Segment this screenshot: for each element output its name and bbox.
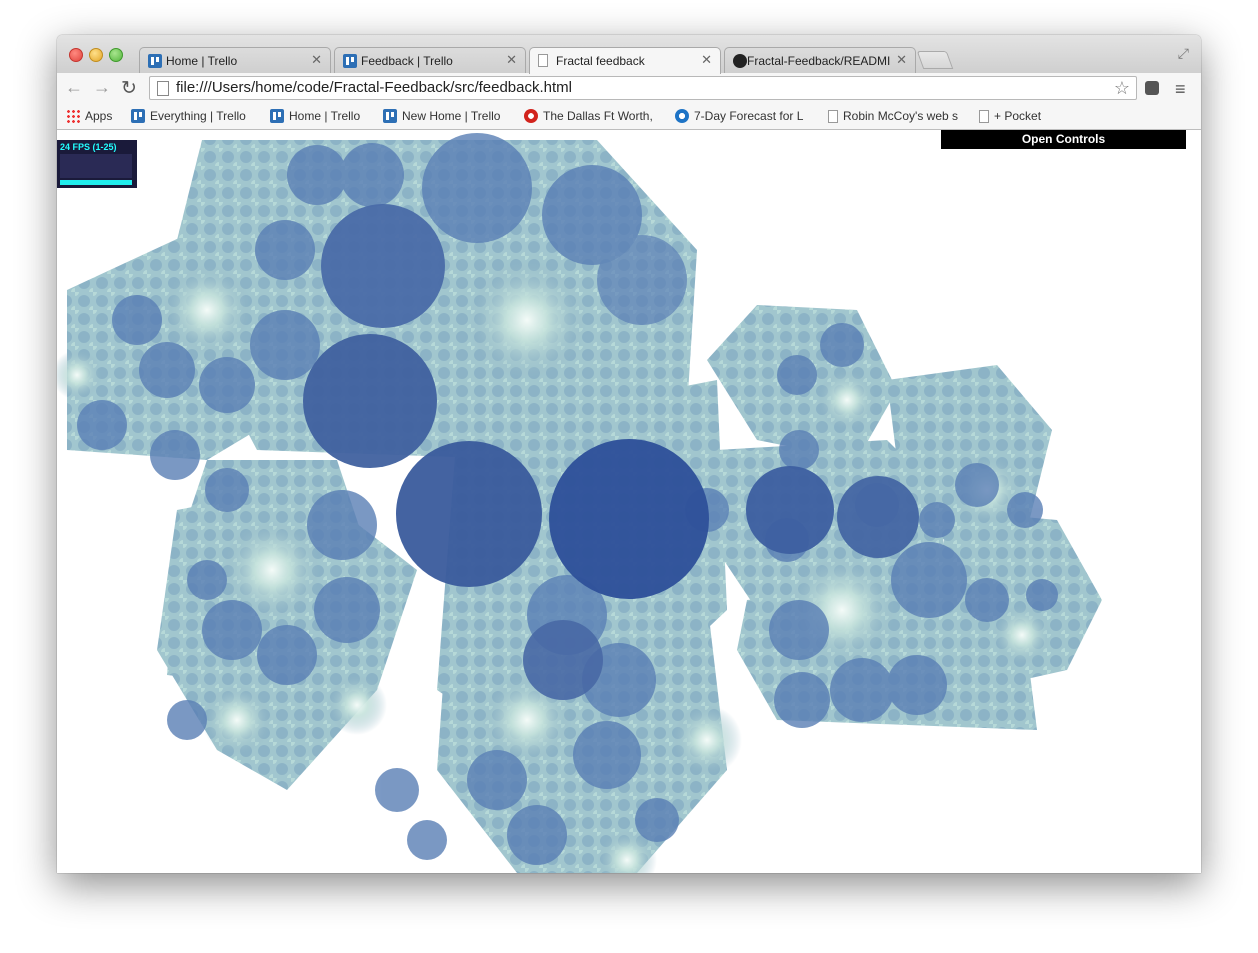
- hamburger-menu-icon[interactable]: ≡: [1175, 79, 1186, 100]
- address-bar[interactable]: file:///Users/home/code/Fractal-Feedback…: [149, 76, 1137, 100]
- back-arrow-icon[interactable]: ←: [65, 77, 83, 98]
- bookmark-robin-mccoy[interactable]: Robin McCoy's web s: [828, 109, 958, 123]
- bookmark-label: 7-Day Forecast for L: [694, 109, 804, 123]
- noaa-icon: [675, 109, 689, 123]
- bookmark-label: Everything | Trello: [150, 109, 246, 123]
- evernote-extension-icon[interactable]: [1145, 81, 1159, 95]
- window-zoom-button[interactable]: [109, 48, 123, 62]
- github-icon: [733, 54, 747, 68]
- tab-feedback-trello[interactable]: Feedback | Trello ✕: [334, 47, 526, 73]
- tab-fractal-feedback[interactable]: Fractal feedback ✕: [529, 47, 721, 74]
- open-controls-button[interactable]: Open Controls: [941, 130, 1186, 149]
- browser-toolbar: ← → ↻ file:///Users/home/code/Fractal-Fe…: [57, 73, 1201, 105]
- bookmark-label: + Pocket: [994, 109, 1042, 123]
- bookmark-dallas[interactable]: The Dallas Ft Worth,: [524, 109, 653, 123]
- trello-icon: [343, 54, 357, 68]
- close-icon[interactable]: ✕: [311, 52, 322, 68]
- window-minimize-button[interactable]: [89, 48, 103, 62]
- fps-bar: [60, 180, 132, 185]
- close-icon[interactable]: ✕: [701, 52, 712, 68]
- fps-graph: [60, 154, 132, 178]
- bookmark-home-trello[interactable]: Home | Trello: [270, 109, 360, 123]
- browser-window: Home | Trello ✕ Feedback | Trello ✕ Frac…: [57, 35, 1201, 873]
- reload-icon[interactable]: ↻: [121, 77, 137, 100]
- tab-home-trello[interactable]: Home | Trello ✕: [139, 47, 331, 73]
- bookmark-label: The Dallas Ft Worth,: [543, 109, 653, 123]
- bookmark-label: Home | Trello: [289, 109, 361, 123]
- bookmarks-bar: Apps Everything | Trello Home | Trello N…: [57, 105, 1201, 130]
- gear-icon: [524, 109, 538, 123]
- new-tab-button[interactable]: [916, 51, 954, 69]
- page-icon: [538, 54, 548, 67]
- apps-icon: [66, 109, 80, 123]
- forward-arrow-icon[interactable]: →: [93, 77, 111, 98]
- page-content: 24 FPS (1-25) Open Controls: [57, 130, 1201, 873]
- bookmark-forecast[interactable]: 7-Day Forecast for L: [675, 109, 803, 123]
- bookmark-apps[interactable]: Apps: [66, 109, 112, 123]
- page-icon: [979, 110, 989, 123]
- close-icon[interactable]: ✕: [896, 52, 907, 68]
- trello-icon: [148, 54, 162, 68]
- tab-github-readme[interactable]: Fractal-Feedback/READMI ✕: [724, 47, 916, 73]
- fps-meter: 24 FPS (1-25): [57, 140, 137, 188]
- trello-icon: [131, 109, 145, 123]
- tab-label: Home | Trello: [166, 54, 238, 68]
- bookmark-label: Apps: [85, 109, 113, 123]
- page-icon: [828, 110, 838, 123]
- bookmark-label: Robin McCoy's web s: [843, 109, 958, 123]
- trello-icon: [270, 109, 284, 123]
- window-close-button[interactable]: [69, 48, 83, 62]
- close-icon[interactable]: ✕: [506, 52, 517, 68]
- fps-label: 24 FPS (1-25): [60, 142, 117, 152]
- page-icon: [157, 81, 169, 96]
- bookmark-pocket[interactable]: + Pocket: [979, 109, 1041, 123]
- bookmark-star-icon[interactable]: ☆: [1114, 78, 1130, 99]
- tab-strip: Home | Trello ✕ Feedback | Trello ✕ Frac…: [57, 35, 1201, 74]
- fullscreen-icon[interactable]: ⤢: [1178, 45, 1189, 62]
- url-text[interactable]: file:///Users/home/code/Fractal-Feedback…: [176, 79, 572, 96]
- tab-label: Feedback | Trello: [361, 54, 453, 68]
- tab-label: Fractal-Feedback/READMI: [747, 54, 891, 68]
- tab-label: Fractal feedback: [556, 54, 645, 68]
- bookmark-everything-trello[interactable]: Everything | Trello: [131, 109, 246, 123]
- trello-icon: [383, 109, 397, 123]
- bookmark-new-home-trello[interactable]: New Home | Trello: [383, 109, 500, 123]
- bookmark-label: New Home | Trello: [402, 109, 501, 123]
- fractal-canvas[interactable]: [57, 130, 1201, 873]
